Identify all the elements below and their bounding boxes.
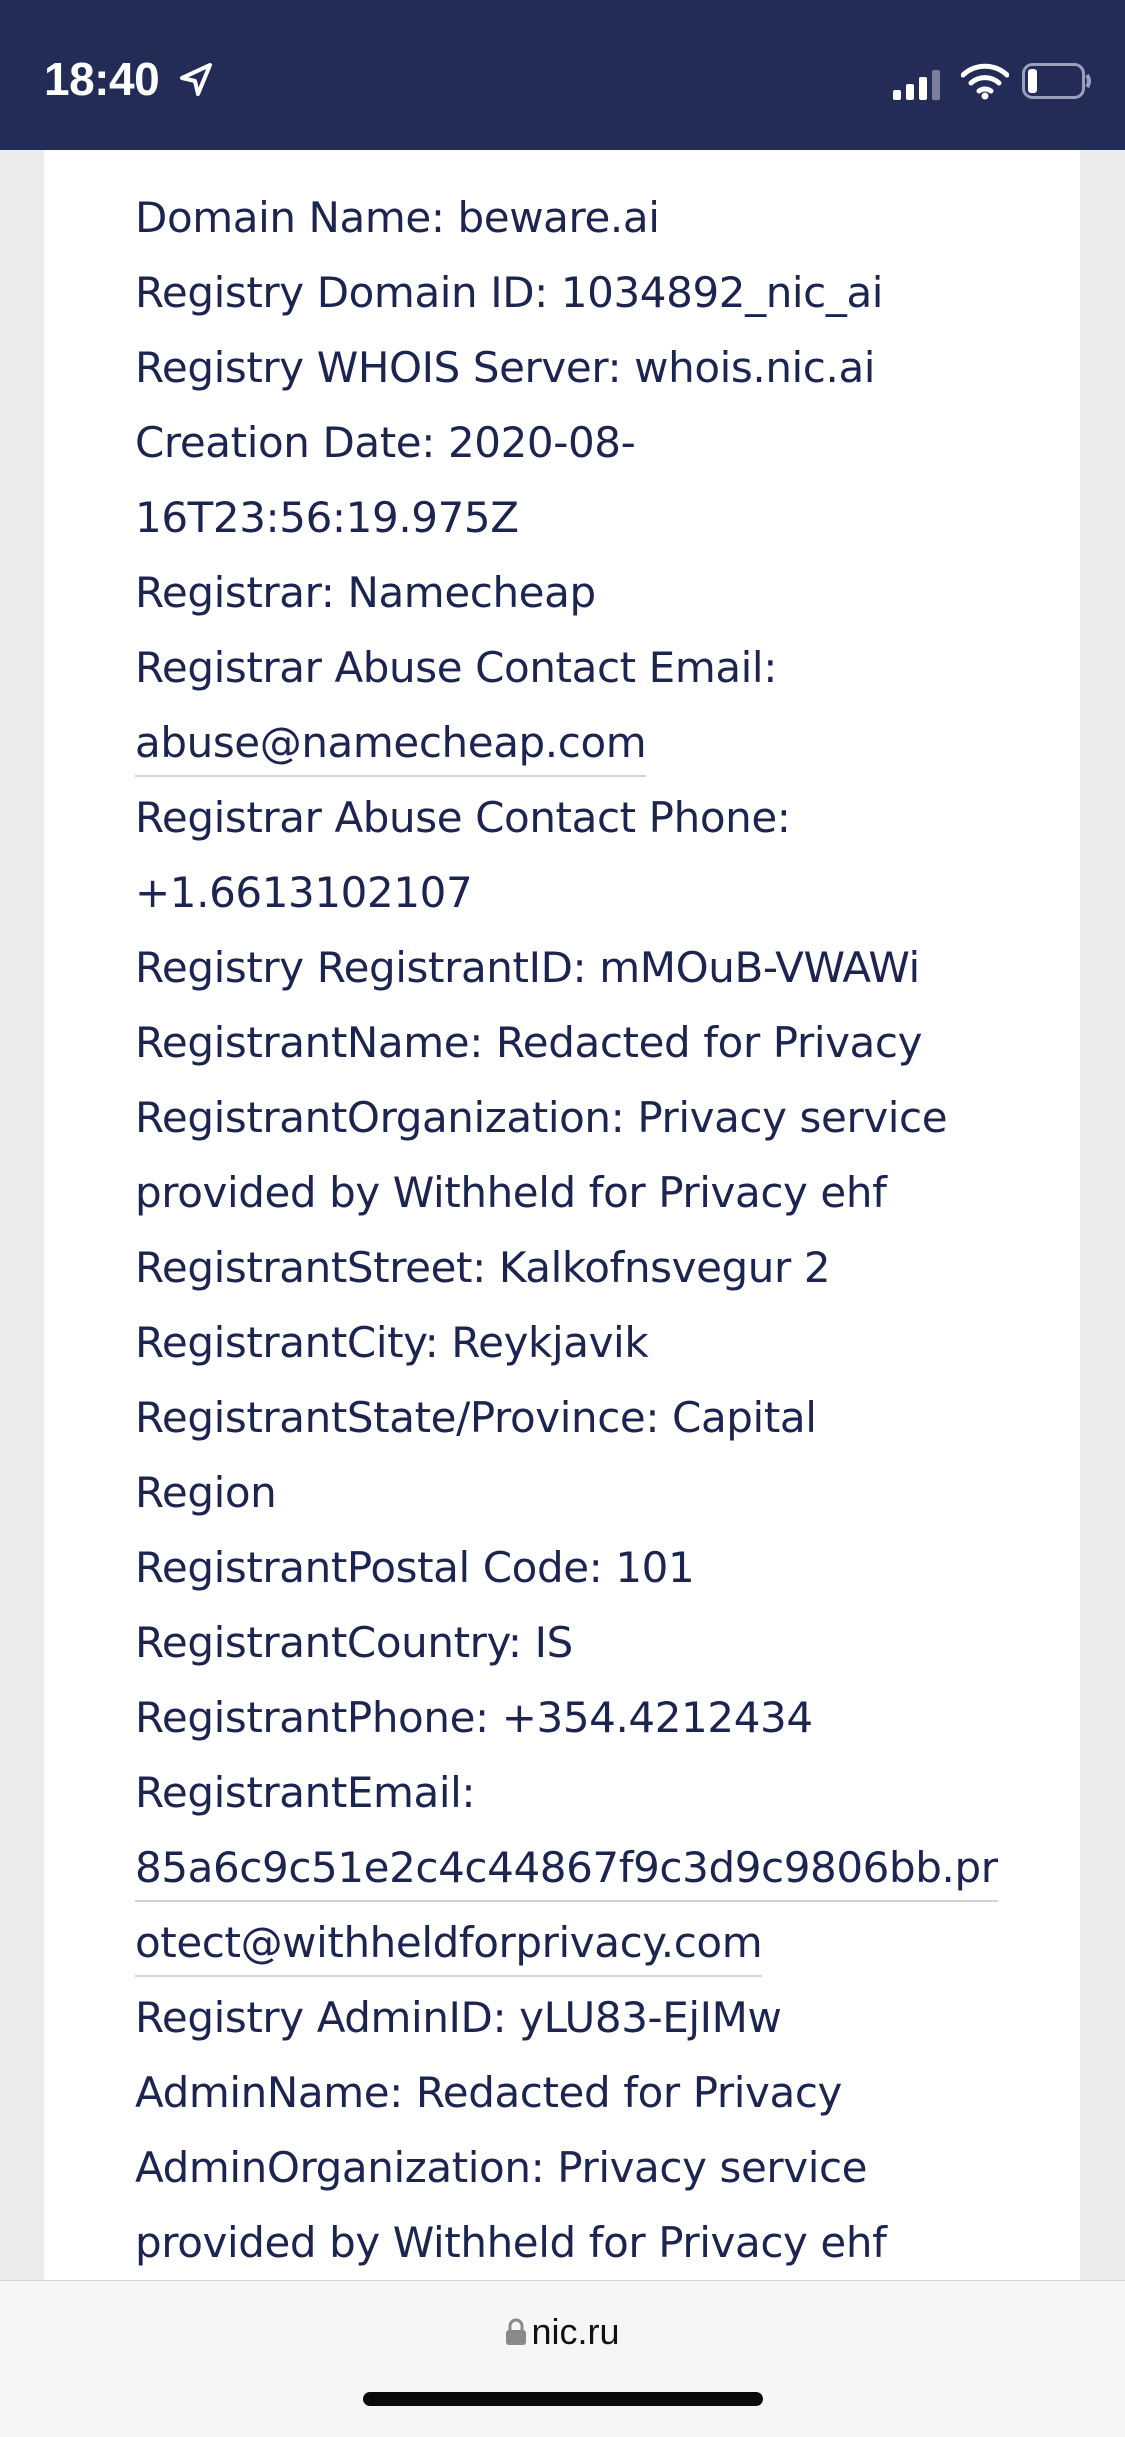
whois-line: Registrar Abuse Contact Email: [135, 643, 777, 692]
whois-line: RegistrantStreet: Kalkofnsvegur 2 [135, 1243, 831, 1292]
whois-line: Registry AdminID: yLU83-EjIMw [135, 1993, 782, 2042]
whois-line: Registry RegistrantID: mMOuB-VWAWi [135, 943, 920, 992]
whois-line: 16T23:56:19.975Z [135, 493, 519, 542]
whois-line: provided by Withheld for Privacy ehf [135, 2218, 887, 2267]
whois-line: RegistrantCity: Reykjavik [135, 1318, 649, 1367]
whois-line: +1.6613102107 [135, 868, 473, 917]
whois-line: provided by Withheld for Privacy ehf [135, 1168, 887, 1217]
whois-link-line: otect@withheldforprivacy.com [135, 1905, 975, 1980]
whois-record: Domain Name: beware.ai Registry Domain ID… [135, 180, 998, 2280]
battery-low-icon [1022, 63, 1091, 99]
whois-line: Registry WHOIS Server: whois.nic.ai [135, 343, 876, 392]
wifi-icon [961, 63, 1009, 100]
whois-line: Creation Date: 2020-08- [135, 418, 636, 467]
whois-link-line: abuse@namecheap.com [135, 705, 975, 780]
lock-icon [506, 2318, 527, 2345]
home-indicator[interactable] [363, 2392, 763, 2406]
whois-line: Domain Name: beware.ai [135, 193, 660, 242]
whois-link-line: 85a6c9c51e2c4c44867f9c3d9c9806bb.pr [135, 1830, 998, 1905]
whois-line: RegistrantCountry: IS [135, 1618, 573, 1667]
web-page: Domain Name: beware.ai Registry Domain ID… [0, 150, 1125, 2280]
whois-link[interactable]: otect@withheldforprivacy.com [135, 1913, 763, 1977]
whois-line: AdminName: Redacted for Privacy [135, 2068, 842, 2117]
whois-line: RegistrantOrganization: Privacy service [135, 1093, 948, 1142]
whois-line: RegistrantName: Redacted for Privacy [135, 1018, 923, 1067]
address-bar[interactable]: nic.ru [0, 2280, 1125, 2437]
whois-line: RegistrantState/Province: Capital [135, 1393, 817, 1442]
whois-line: Region [135, 1468, 277, 1517]
whois-line: RegistrantPhone: +354.4212434 [135, 1693, 813, 1742]
whois-line: Registrar: Namecheap [135, 568, 596, 617]
url-domain: nic.ru [531, 2311, 620, 2352]
location-arrow-icon [180, 63, 212, 96]
whois-line: AdminOrganization: Privacy service [135, 2143, 868, 2192]
status-bar: 18:40 [0, 0, 1125, 150]
status-time: 18:40 [44, 53, 160, 105]
whois-line: RegistrantEmail: [135, 1768, 476, 1817]
whois-link[interactable]: abuse@namecheap.com [135, 713, 647, 777]
whois-link[interactable]: 85a6c9c51e2c4c44867f9c3d9c9806bb.pr [135, 1838, 998, 1902]
whois-line: RegistrantPostal Code: 101 [135, 1543, 695, 1592]
whois-line: Registrar Abuse Contact Phone: [135, 793, 791, 842]
whois-line: Registry Domain ID: 1034892_nic_ai [135, 268, 884, 317]
cellular-signal-icon [893, 70, 940, 100]
url-display[interactable]: nic.ru [0, 2311, 1125, 2353]
